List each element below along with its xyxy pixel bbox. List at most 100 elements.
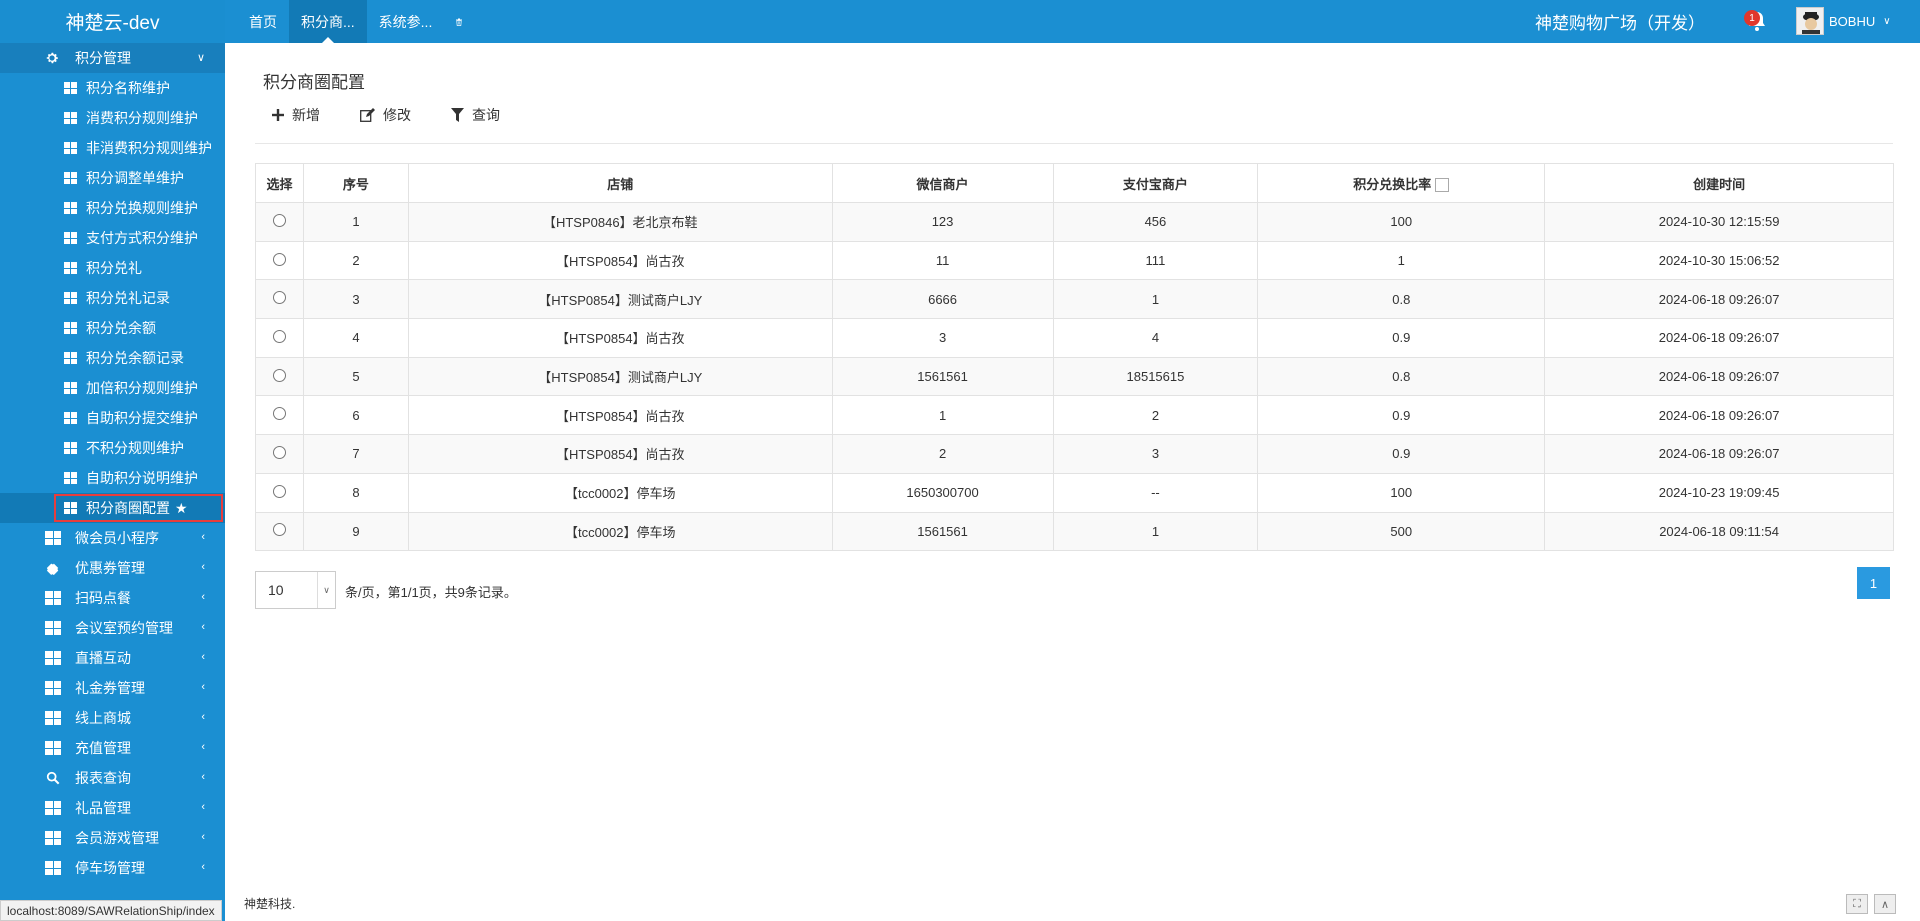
column-header-index[interactable]: 序号 [302, 163, 409, 203]
radio-button[interactable] [272, 523, 286, 537]
row-select-radio-cell[interactable] [255, 395, 304, 436]
radio-button[interactable] [272, 291, 286, 305]
row-select-radio-cell[interactable] [255, 240, 304, 281]
radio-button[interactable] [272, 445, 286, 459]
filter-icon [451, 108, 464, 122]
sidebar-item-points-balance-record[interactable]: 积分兑余额记录 [0, 343, 225, 373]
cell-exchange-ratio: 0.9 [1257, 395, 1546, 436]
windows-icon [45, 651, 61, 665]
sidebar-item-non-consume-points-rule[interactable]: 非消费积分规则维护 [0, 133, 225, 163]
scroll-top-icon[interactable]: ∧ [1874, 894, 1896, 914]
tab-system-params[interactable]: 系统参... [367, 0, 445, 43]
sidebar-group-recharge[interactable]: 充值管理 ‹ [0, 733, 225, 763]
column-header-created-time[interactable]: 创建时间 [1544, 163, 1894, 203]
radio-button[interactable] [272, 329, 286, 343]
sidebar-group-parking[interactable]: 停车场管理 ‹ [0, 853, 225, 883]
mall-name[interactable]: 神楚购物广场（开发） [1535, 0, 1705, 43]
sidebar-group-gifts[interactable]: 礼品管理 ‹ [0, 793, 225, 823]
column-header-alipay-merchant[interactable]: 支付宝商户 [1052, 163, 1259, 203]
sidebar-item-double-points-rule[interactable]: 加倍积分规则维护 [0, 373, 225, 403]
tab-points-business-circle[interactable]: 积分商... [289, 0, 367, 43]
radio-button[interactable] [272, 252, 286, 266]
row-select-radio-cell[interactable] [255, 511, 304, 552]
sidebar-group-points-management[interactable]: 积分管理 ∨ [0, 43, 225, 73]
sidebar-group-online-mall[interactable]: 线上商城 ‹ [0, 703, 225, 733]
sidebar-group-reports[interactable]: 报表查询 ‹ [0, 763, 225, 793]
sidebar-item-points-gift[interactable]: 积分兑礼 [0, 253, 225, 283]
row-select-radio-cell[interactable] [255, 202, 304, 242]
row-select-radio-cell[interactable] [255, 356, 304, 397]
radio-button[interactable] [272, 368, 286, 382]
add-button[interactable]: 新增 [272, 105, 320, 125]
chevron-left-icon: ‹ [201, 711, 205, 723]
chevron-left-icon: ‹ [201, 741, 205, 753]
sidebar-item-payment-points[interactable]: 支付方式积分维护 [0, 223, 225, 253]
selection-highlight [54, 494, 223, 522]
brand-title[interactable]: 神楚云-dev [0, 0, 225, 43]
windows-icon [45, 591, 61, 605]
radio-button[interactable] [272, 213, 286, 227]
sidebar-item-label: 消费积分规则维护 [86, 110, 198, 126]
sidebar-group-meeting-room[interactable]: 会议室预约管理 ‹ [0, 613, 225, 643]
search-icon [46, 771, 60, 785]
table-row[interactable]: 9 【tcc0002】停车场 1561561 1 500 2024-06-18 09:11… [255, 511, 1894, 552]
sidebar-item-points-name[interactable]: 积分名称维护 [0, 73, 225, 103]
radio-button[interactable] [272, 407, 286, 421]
row-select-radio-cell[interactable] [255, 472, 304, 513]
trash-icon[interactable] [444, 0, 474, 43]
sidebar-group-scan-order[interactable]: 扫码点餐 ‹ [0, 583, 225, 613]
sidebar-item-points-exchange-rule[interactable]: 积分兑换规则维护 [0, 193, 225, 223]
cell-wechat-merchant: 123 [831, 202, 1054, 242]
radio-button[interactable] [272, 484, 286, 498]
page-size-select[interactable]: 10 ∨ [255, 571, 336, 609]
footer-company: 神楚科技. [244, 897, 296, 911]
table-row[interactable]: 1 【HTSP0846】老北京布鞋 123 456 100 2024-10-30 12:1… [255, 202, 1894, 242]
sidebar-group-label: 礼品管理 [75, 800, 131, 816]
pagination-info: 条/页，第1/1页，共9条记录。 [345, 585, 517, 600]
table-row[interactable]: 7 【HTSP0854】尚古孜 2 3 0.9 2024-06-18 09:26:07 [255, 434, 1894, 474]
table-row[interactable]: 3 【HTSP0854】测试商户LJY 6666 1 0.8 2024-06-18 09:… [255, 279, 1894, 320]
sidebar-item-points-business-circle[interactable]: 积分商圈配置 ★ [0, 493, 225, 523]
row-select-radio-cell[interactable] [255, 434, 304, 474]
table-row[interactable]: 6 【HTSP0854】尚古孜 1 2 0.9 2024-06-18 09:26:07 [255, 395, 1894, 436]
edit-button[interactable]: 修改 [360, 105, 411, 125]
sidebar-group-live[interactable]: 直播互动 ‹ [0, 643, 225, 673]
ticket-icon [46, 563, 59, 575]
toolbar: 新增 修改 查询 [272, 105, 540, 125]
table-row[interactable]: 2 【HTSP0854】尚古孜 11 111 1 2024-10-30 15:06:52 [255, 240, 1894, 281]
cell-alipay-merchant: 18515615 [1052, 356, 1259, 397]
sidebar-group-member-games[interactable]: 会员游戏管理 ‹ [0, 823, 225, 853]
row-select-radio-cell[interactable] [255, 318, 304, 358]
sidebar-group-cash-coupon[interactable]: 礼金券管理 ‹ [0, 673, 225, 703]
cell-exchange-ratio: 1 [1257, 240, 1546, 281]
query-button[interactable]: 查询 [451, 105, 500, 125]
table-row[interactable]: 5 【HTSP0854】测试商户LJY 1561561 18515615 0.8 2024… [255, 356, 1894, 397]
sidebar-item-points-adjust[interactable]: 积分调整单维护 [0, 163, 225, 193]
sidebar-item-self-points-desc[interactable]: 自助积分说明维护 [0, 463, 225, 493]
windows-icon [45, 681, 61, 695]
windows-icon [64, 202, 77, 214]
sidebar-item-points-gift-record[interactable]: 积分兑礼记录 [0, 283, 225, 313]
column-header-wechat-merchant[interactable]: 微信商户 [831, 163, 1054, 203]
sidebar-group-mini-program[interactable]: 微会员小程序 ‹ [0, 523, 225, 553]
windows-icon [45, 831, 61, 845]
column-header-store[interactable]: 店铺 [407, 163, 833, 203]
plus-icon [272, 109, 284, 121]
sidebar-item-no-points-rule[interactable]: 不积分规则维护 [0, 433, 225, 463]
cell-store: 【HTSP0854】测试商户LJY [407, 356, 833, 397]
user-menu[interactable]: BOBHU ∨ [1796, 7, 1891, 35]
cell-index: 9 [302, 511, 409, 552]
cell-exchange-ratio: 100 [1257, 472, 1546, 513]
tab-home[interactable]: 首页 [237, 0, 289, 43]
sidebar-item-points-balance[interactable]: 积分兑余额 [0, 313, 225, 343]
fullscreen-icon[interactable]: ⛶ [1846, 894, 1868, 914]
sidebar-item-consume-points-rule[interactable]: 消费积分规则维护 [0, 103, 225, 133]
column-header-exchange-ratio[interactable]: 积分兑换比率 [1257, 163, 1546, 203]
page-button-current[interactable]: 1 [1857, 567, 1890, 599]
sidebar-group-coupon[interactable]: 优惠券管理 ‹ [0, 553, 225, 583]
sidebar-item-label: 支付方式积分维护 [86, 230, 198, 246]
sidebar-item-self-points-submit[interactable]: 自助积分提交维护 [0, 403, 225, 433]
table-row[interactable]: 8 【tcc0002】停车场 1650300700 -- 100 2024-10-23 1… [255, 472, 1894, 513]
table-row[interactable]: 4 【HTSP0854】尚古孜 3 4 0.9 2024-06-18 09:26:07 [255, 318, 1894, 358]
row-select-radio-cell[interactable] [255, 279, 304, 320]
